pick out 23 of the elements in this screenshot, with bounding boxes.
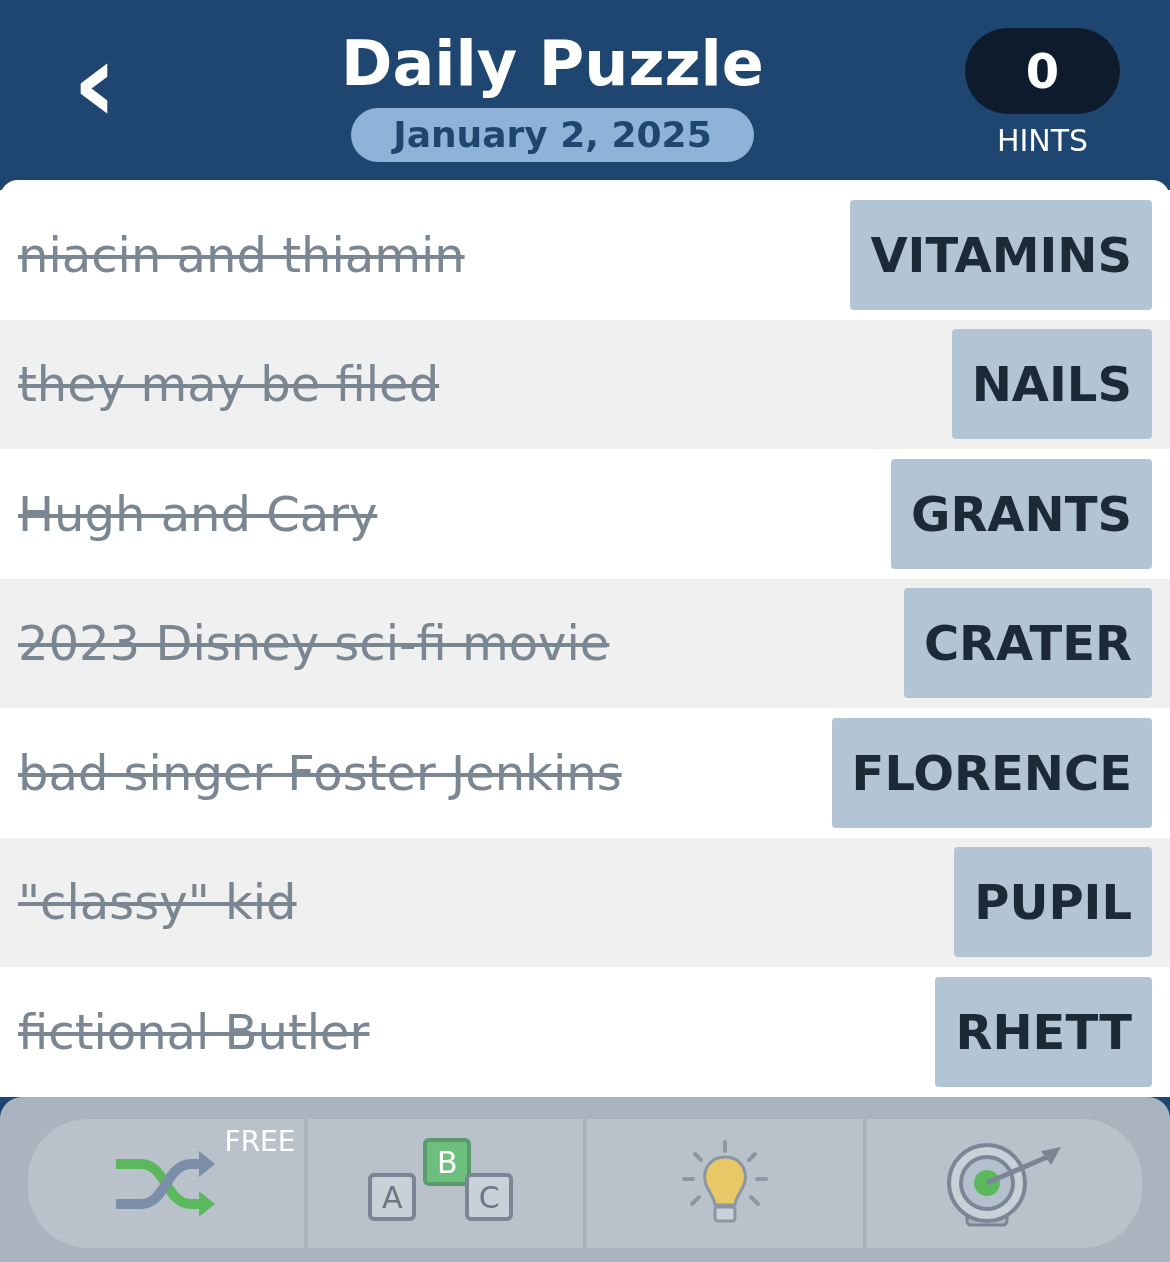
- back-button[interactable]: ‹: [50, 38, 140, 128]
- page-title: Daily Puzzle: [341, 28, 764, 100]
- answer-tile[interactable]: CRATER: [903, 588, 1152, 699]
- answer-tile[interactable]: RHETT: [935, 976, 1152, 1087]
- clue-text: fictional Butler: [18, 1002, 370, 1062]
- clue-text: Hugh and Cary: [18, 484, 378, 544]
- answer-tile[interactable]: FLORENCE: [831, 717, 1152, 828]
- hints-label: HINTS: [996, 122, 1089, 160]
- clue-text: 2023 Disney sci-fi movie: [18, 614, 610, 674]
- clue-text: "classy" kid: [18, 873, 297, 933]
- clue-text: they may be filed: [18, 355, 440, 415]
- letter-block: A: [368, 1173, 417, 1221]
- answer-tile[interactable]: PUPIL: [954, 847, 1152, 958]
- letter-block: C: [465, 1173, 514, 1221]
- free-label: FREE: [224, 1124, 296, 1160]
- letter-block: B: [423, 1138, 472, 1186]
- answer-tile[interactable]: NAILS: [951, 329, 1152, 440]
- date-label: January 2, 2025: [351, 108, 754, 162]
- hints-counter: 0: [965, 28, 1120, 114]
- answer-tile[interactable]: GRANTS: [891, 458, 1152, 569]
- answer-tile[interactable]: VITAMINS: [850, 199, 1152, 310]
- clue-text: bad singer Foster Jenkins: [18, 743, 622, 803]
- clue-text: niacin and thiamin: [18, 225, 465, 285]
